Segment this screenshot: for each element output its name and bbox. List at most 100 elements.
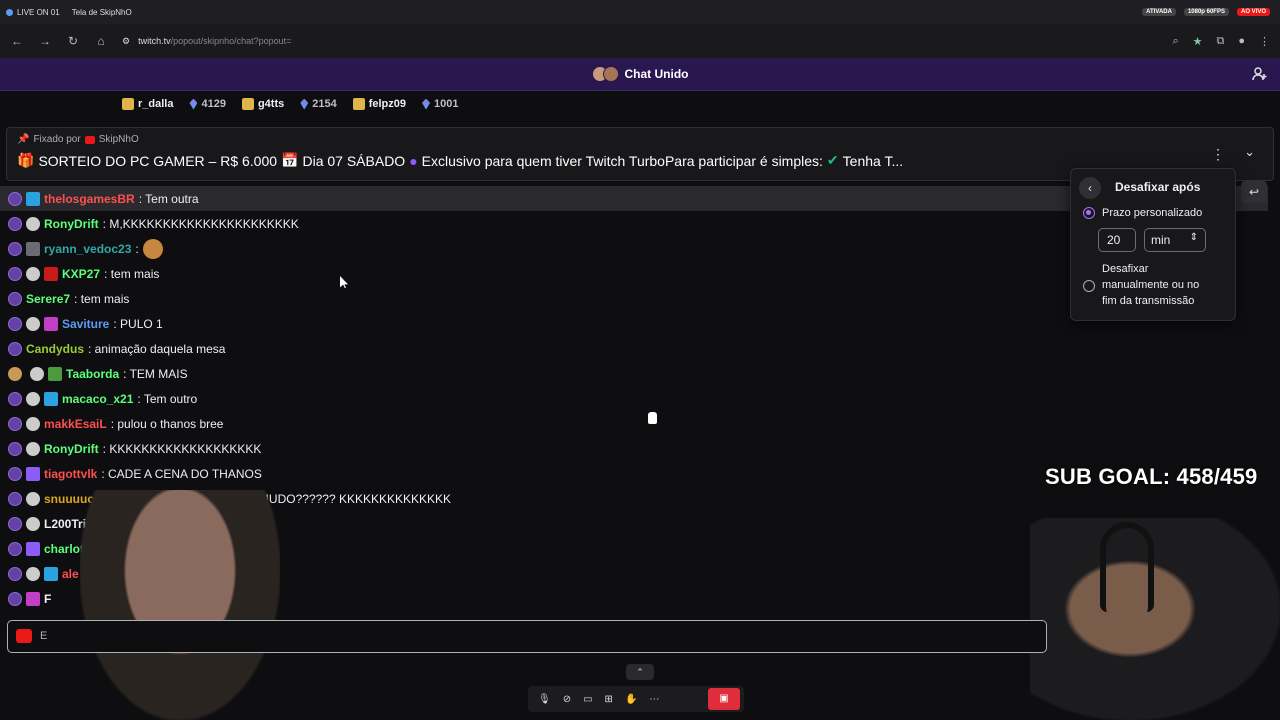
chat-input[interactable]: E xyxy=(7,620,1047,653)
chat-username[interactable]: Serere7 xyxy=(26,292,70,306)
extensions-icon[interactable]: ⧉ xyxy=(1216,35,1224,48)
leaderboard-item[interactable]: 2154 xyxy=(300,98,337,110)
chat-message[interactable]: Candydus : animação daquela mesa xyxy=(0,336,1050,361)
duration-input[interactable]: 20 xyxy=(1098,228,1136,252)
platform-badge-icon xyxy=(8,291,22,306)
chat-message[interactable]: KXP27: tem mais xyxy=(0,261,1050,286)
reload-icon[interactable]: ↻ xyxy=(66,34,80,48)
chat-username[interactable]: Saviture xyxy=(62,317,109,331)
leaderboard-item[interactable]: g4tts xyxy=(241,98,284,110)
chat-username[interactable]: KXP27 xyxy=(62,267,100,281)
leaderboard-item[interactable]: 1001 xyxy=(422,98,459,110)
tab-skipnho-screen[interactable]: Tela de SkipNhO xyxy=(66,0,138,24)
manual-unpin-radio[interactable] xyxy=(1083,280,1095,292)
skull-badge-icon xyxy=(26,216,40,231)
tab-label: LIVE ON 01 xyxy=(17,7,60,17)
emote-icon xyxy=(142,238,163,259)
unit-select[interactable]: min ⇕ xyxy=(1144,228,1206,252)
menu-dots-icon[interactable]: ⋮ xyxy=(1259,35,1270,48)
skull-badge-icon xyxy=(26,491,40,506)
chat-username[interactable]: RonyDrift xyxy=(44,217,99,231)
url-host: twitch.tv xyxy=(138,36,171,46)
home-icon[interactable]: ⌂ xyxy=(94,34,108,48)
chat-text: : tem mais xyxy=(74,291,130,306)
chevron-left-icon[interactable]: ‹ xyxy=(1079,177,1101,199)
address-bar[interactable]: ⚙ twitch.tv/popout/skipnho/chat?popout= xyxy=(122,36,1158,47)
chat-username[interactable]: RonyDrift xyxy=(44,442,99,456)
chat-username[interactable]: Candydus xyxy=(26,342,84,356)
chat-message[interactable]: Taaborda: TEM MAIS xyxy=(0,361,1050,386)
screen-share-toolbar: 🎙 ⊘ ▭ ⊞ ✋ ⋯ ▣ xyxy=(528,686,744,712)
chat-message[interactable]: Serere7 : tem mais xyxy=(0,286,1050,311)
bookmark-star-icon[interactable]: ★ xyxy=(1193,35,1203,48)
stop-share-button[interactable]: ▣ xyxy=(708,688,740,710)
headset-graphic xyxy=(1100,522,1154,612)
leaderboard-item[interactable]: felpz09 xyxy=(352,98,406,110)
youtube-icon xyxy=(84,135,95,144)
leaderboard-item[interactable]: r_dalla xyxy=(122,98,173,110)
chat-username[interactable]: F xyxy=(44,592,51,606)
chat-username[interactable]: Taaborda xyxy=(66,367,119,381)
back-arrow-icon[interactable]: ← xyxy=(10,34,24,48)
profile-avatar[interactable]: ● xyxy=(1238,35,1245,48)
platform-badge-icon xyxy=(8,341,22,356)
chat-username[interactable]: tiagottvlk xyxy=(44,467,97,481)
reply-arrow-icon[interactable]: ↩ xyxy=(1241,181,1267,203)
chat-text: : PULO 1 xyxy=(113,316,163,331)
chat-message[interactable]: Saviture : PULO 1 xyxy=(0,311,1050,336)
chevron-down-icon[interactable]: ⌄ xyxy=(1244,144,1255,160)
forward-arrow-icon[interactable]: → xyxy=(38,34,52,48)
sub-badge-icon xyxy=(26,241,40,256)
platform-badge-icon xyxy=(8,466,22,481)
sub-badge-icon xyxy=(26,191,40,206)
chat-message[interactable]: macaco_x21 : Tem outro xyxy=(0,386,1050,411)
calendar-icon: 📅 xyxy=(281,152,299,168)
chat-message[interactable]: makkEsaiL: pulou o thanos bree xyxy=(0,411,1050,436)
microphone-icon[interactable]: 🎙 xyxy=(538,694,551,705)
chat-text: : Tem outro xyxy=(137,391,198,406)
leaderboard-item[interactable]: 4129 xyxy=(189,98,226,110)
chat-text: : animação daquela mesa xyxy=(88,341,226,356)
chat-message[interactable]: tiagottvlk : CADE A CENA DO THANOS xyxy=(0,461,1050,486)
activated-badge: ATIVADA xyxy=(1142,8,1176,16)
skull-badge-icon xyxy=(26,566,40,581)
popup-title: Desafixar após xyxy=(1115,180,1201,194)
skull-badge-icon xyxy=(26,391,40,406)
skull-badge-icon xyxy=(26,516,40,531)
chat-username[interactable]: ale xyxy=(62,567,79,581)
chat-username[interactable]: makkEsaiL xyxy=(44,417,107,431)
platform-badge-icon xyxy=(8,316,22,331)
camera-icon[interactable] xyxy=(16,629,32,643)
platform-badge-icon xyxy=(8,441,22,456)
more-options-icon[interactable]: ⋯ xyxy=(649,694,659,705)
sub-badge-icon xyxy=(44,391,58,406)
camera-off-icon[interactable]: ⊘ xyxy=(563,694,571,705)
gift-icon xyxy=(241,98,254,110)
chat-username[interactable]: ryann_vedoc23 xyxy=(44,242,131,256)
platform-badge-icon xyxy=(8,541,22,556)
tab-live[interactable]: LIVE ON 01 xyxy=(0,0,66,24)
chat-message[interactable]: RonyDrift: KKKKKKKKKKKKKKKKKKK xyxy=(0,436,1050,461)
more-options-icon[interactable]: ⋮ xyxy=(1211,146,1225,163)
chat-text: : Tem outra xyxy=(138,191,199,206)
red-badge-icon xyxy=(44,266,58,281)
bits-icon xyxy=(300,98,309,110)
chat-header: Chat Unido xyxy=(0,58,1280,91)
custom-duration-radio[interactable] xyxy=(1083,207,1095,219)
chat-username[interactable]: thelosgamesBR xyxy=(44,192,135,206)
toolbar-toggle-icon[interactable]: ⌃ xyxy=(626,664,654,680)
chat-input-placeholder: E xyxy=(40,630,48,642)
site-settings-icon[interactable]: ⚙ xyxy=(122,36,130,47)
present-icon[interactable]: ▭ xyxy=(583,694,592,705)
chat-message[interactable]: ryann_vedoc23: xyxy=(0,236,1050,261)
chat-message[interactable]: RonyDrift: M,KKKKKKKKKKKKKKKKKKKKKK xyxy=(0,211,1050,236)
community-users-icon[interactable] xyxy=(1252,66,1268,82)
browser-toolbar: ← → ↻ ⌂ ⚙ twitch.tv/popout/skipnho/chat?… xyxy=(0,24,1280,58)
live-badge: AO VIVO xyxy=(1236,8,1270,16)
chat-username[interactable]: macaco_x21 xyxy=(62,392,133,406)
raise-hand-icon[interactable]: ✋ xyxy=(625,694,637,705)
sub-badge-icon xyxy=(26,466,40,481)
grid-icon[interactable]: ⊞ xyxy=(605,694,613,705)
zoom-icon[interactable]: ⌕ xyxy=(1172,35,1178,48)
chat-text: : CADE A CENA DO THANOS xyxy=(101,466,262,481)
